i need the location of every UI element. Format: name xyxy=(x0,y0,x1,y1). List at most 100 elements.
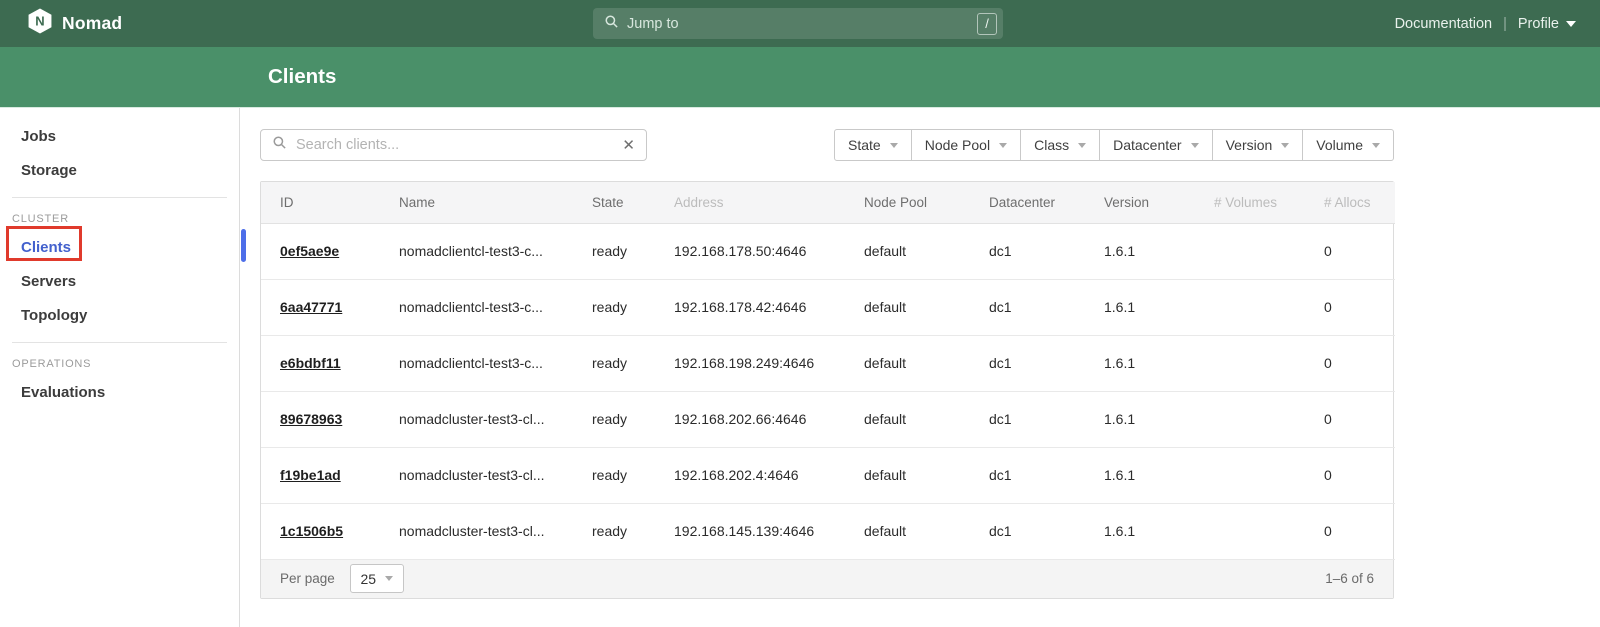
sidebar-item-topology[interactable]: Topology xyxy=(0,299,239,333)
column-header-datacenter[interactable]: Datacenter xyxy=(970,182,1085,223)
caret-down-icon xyxy=(1078,143,1086,148)
cell-volumes xyxy=(1195,447,1305,503)
cell-id: 89678963 xyxy=(261,391,380,447)
cell-address: 192.168.198.249:4646 xyxy=(655,335,845,391)
client-id-link[interactable]: e6bdbf11 xyxy=(280,355,341,371)
cell-state: ready xyxy=(573,391,655,447)
filter-state[interactable]: State xyxy=(834,129,912,161)
cell-name: nomadcluster-test3-cl... xyxy=(380,391,573,447)
column-header-state[interactable]: State xyxy=(573,182,655,223)
cell-version: 1.6.1 xyxy=(1085,391,1195,447)
jump-to-input[interactable] xyxy=(627,16,977,32)
column-header-node_pool[interactable]: Node Pool xyxy=(845,182,970,223)
top-navbar: N Nomad / Documentation | Profile xyxy=(0,0,1600,47)
cell-address: 192.168.178.42:4646 xyxy=(655,279,845,335)
client-row[interactable]: 6aa47771 nomadclientcl-test3-c...ready192… xyxy=(261,279,1395,335)
column-header-version[interactable]: Version xyxy=(1085,182,1195,223)
cell-name: nomadclientcl-test3-c... xyxy=(380,223,573,279)
cell-datacenter: dc1 xyxy=(970,279,1085,335)
cell-id: e6bdbf11 xyxy=(261,335,380,391)
cell-version: 1.6.1 xyxy=(1085,447,1195,503)
client-row[interactable]: 0ef5ae9enomadclientcl-test3-c...ready192… xyxy=(261,223,1395,279)
client-row[interactable]: e6bdbf11nomadclientcl-test3-c...ready192… xyxy=(261,335,1395,391)
sidebar-section-operations: OPERATIONS xyxy=(0,352,239,376)
cell-name: nomadcluster-test3-cl... xyxy=(380,503,573,559)
profile-menu[interactable]: Profile xyxy=(1518,16,1576,32)
search-icon xyxy=(604,14,619,34)
cell-node_pool: default xyxy=(845,503,970,559)
cell-state: ready xyxy=(573,279,655,335)
per-page-label: Per page xyxy=(280,571,335,586)
cell-id: 6aa47771 xyxy=(261,279,380,335)
cell-node_pool: default xyxy=(845,279,970,335)
profile-label: Profile xyxy=(1518,16,1559,32)
page-title: Clients xyxy=(268,65,336,89)
cell-id: 0ef5ae9e xyxy=(261,223,380,279)
slash-shortcut-badge: / xyxy=(977,13,997,35)
clients-table-card: IDNameStateAddressNode PoolDatacenterVer… xyxy=(260,181,1394,599)
cell-allocs: 0 xyxy=(1305,335,1395,391)
cell-volumes xyxy=(1195,391,1305,447)
sidebar-divider xyxy=(12,197,227,198)
sidebar-item-storage[interactable]: Storage xyxy=(0,154,239,188)
filter-node-pool[interactable]: Node Pool xyxy=(912,129,1021,161)
page-header-band: Clients xyxy=(0,47,1600,108)
cell-datacenter: dc1 xyxy=(970,223,1085,279)
filter-class[interactable]: Class xyxy=(1021,129,1100,161)
filter-bar: State Node Pool Class Datacenter Version xyxy=(834,129,1394,161)
cell-node_pool: default xyxy=(845,447,970,503)
client-row[interactable]: 1c1506b5nomadcluster-test3-cl...ready192… xyxy=(261,503,1395,559)
svg-text:N: N xyxy=(35,14,44,29)
client-row[interactable]: f19be1adnomadcluster-test3-cl...ready192… xyxy=(261,447,1395,503)
cell-id: f19be1ad xyxy=(261,447,380,503)
clients-search-input[interactable] xyxy=(296,137,622,153)
nomad-brand[interactable]: N Nomad xyxy=(27,8,122,39)
cell-allocs: 0 xyxy=(1305,279,1395,335)
column-header-id[interactable]: ID xyxy=(261,182,380,223)
sidebar-item-evaluations[interactable]: Evaluations xyxy=(0,376,239,410)
documentation-link[interactable]: Documentation xyxy=(1395,16,1493,32)
cell-name: nomadclientcl-test3-c... xyxy=(380,279,573,335)
filter-volume[interactable]: Volume xyxy=(1303,129,1394,161)
cell-version: 1.6.1 xyxy=(1085,223,1195,279)
client-id-link[interactable]: 6aa47771 xyxy=(280,299,342,315)
column-header-name[interactable]: Name xyxy=(380,182,573,223)
cell-allocs: 0 xyxy=(1305,223,1395,279)
caret-down-icon xyxy=(1281,143,1289,148)
sidebar-item-clients[interactable]: Clients xyxy=(0,231,239,265)
column-header-address: Address xyxy=(655,182,845,223)
clear-search-icon[interactable]: ✕ xyxy=(622,136,635,154)
cell-name: nomadcluster-test3-cl... xyxy=(380,447,573,503)
client-id-link[interactable]: 1c1506b5 xyxy=(280,523,343,539)
brand-name: Nomad xyxy=(62,13,122,34)
cell-node_pool: default xyxy=(845,223,970,279)
cell-version: 1.6.1 xyxy=(1085,279,1195,335)
filter-version[interactable]: Version xyxy=(1213,129,1304,161)
cell-version: 1.6.1 xyxy=(1085,335,1195,391)
sidebar-item-jobs[interactable]: Jobs xyxy=(0,120,239,154)
clients-search-box[interactable]: ✕ xyxy=(260,129,647,161)
caret-down-icon xyxy=(385,576,393,581)
client-row[interactable]: 89678963nomadcluster-test3-cl...ready192… xyxy=(261,391,1395,447)
sidebar-item-servers[interactable]: Servers xyxy=(0,265,239,299)
cell-state: ready xyxy=(573,335,655,391)
jump-to-search[interactable]: / xyxy=(593,8,1003,39)
client-id-link[interactable]: 89678963 xyxy=(280,411,342,427)
cell-id: 1c1506b5 xyxy=(261,503,380,559)
caret-down-icon xyxy=(1191,143,1199,148)
cell-state: ready xyxy=(573,503,655,559)
cell-volumes xyxy=(1195,503,1305,559)
cell-datacenter: dc1 xyxy=(970,335,1085,391)
column-header-volumes: # Volumes xyxy=(1195,182,1305,223)
nav-scrollbar-thumb[interactable] xyxy=(241,229,246,262)
client-id-link[interactable]: 0ef5ae9e xyxy=(280,243,339,259)
caret-down-icon xyxy=(890,143,898,148)
cell-node_pool: default xyxy=(845,391,970,447)
client-id-link[interactable]: f19be1ad xyxy=(280,467,341,483)
cell-state: ready xyxy=(573,223,655,279)
filter-datacenter[interactable]: Datacenter xyxy=(1100,129,1212,161)
per-page-select[interactable]: 25 xyxy=(350,564,404,593)
cell-allocs: 0 xyxy=(1305,391,1395,447)
cell-address: 192.168.202.4:4646 xyxy=(655,447,845,503)
cell-datacenter: dc1 xyxy=(970,447,1085,503)
